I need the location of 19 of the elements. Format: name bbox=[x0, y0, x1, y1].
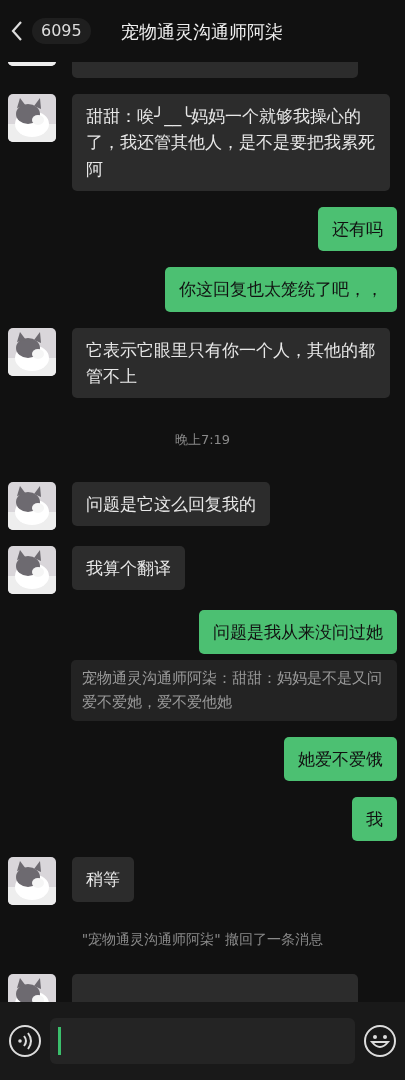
back-icon[interactable] bbox=[10, 20, 24, 42]
recall-notice: "宠物通灵沟通师阿柒" 撤回了一条消息 bbox=[81, 930, 324, 950]
message-bubble: 我算个翻译 bbox=[72, 545, 185, 591]
message-bubble: 问题是我从来没问过她 bbox=[199, 609, 397, 655]
emoji-icon[interactable] bbox=[363, 1024, 397, 1058]
timestamp: 晚上7:19 bbox=[174, 431, 231, 450]
quoted-message: 宠物通灵沟通师阿柒：甜甜：妈妈是不是又问爱不爱她，爱不爱他她 bbox=[71, 660, 397, 721]
message-input[interactable] bbox=[50, 1018, 355, 1064]
message-bubble: 甜甜：唉╯__╰妈妈一个就够我操心的了，我还管其他人，是不是要把我累死阿 bbox=[72, 94, 390, 192]
message-bubble: 她爱不爱饿 bbox=[284, 736, 397, 782]
chat-title: 宠物通灵沟通师阿柒 bbox=[119, 19, 284, 44]
message-bubble: 问题是它这么回复我的 bbox=[72, 481, 270, 527]
unread-count[interactable]: 6095 bbox=[32, 18, 91, 44]
voice-icon[interactable] bbox=[8, 1024, 42, 1058]
message-bubble: 你这回复也太笼统了吧，， bbox=[165, 267, 397, 312]
message-bubble: 稍等 bbox=[72, 857, 134, 902]
message-bubble: 我 bbox=[352, 797, 397, 842]
message-bubble: 它表示它眼里只有你一个人，其他的都管不上 bbox=[72, 327, 390, 399]
message-bubble: 还有吗 bbox=[318, 207, 397, 252]
